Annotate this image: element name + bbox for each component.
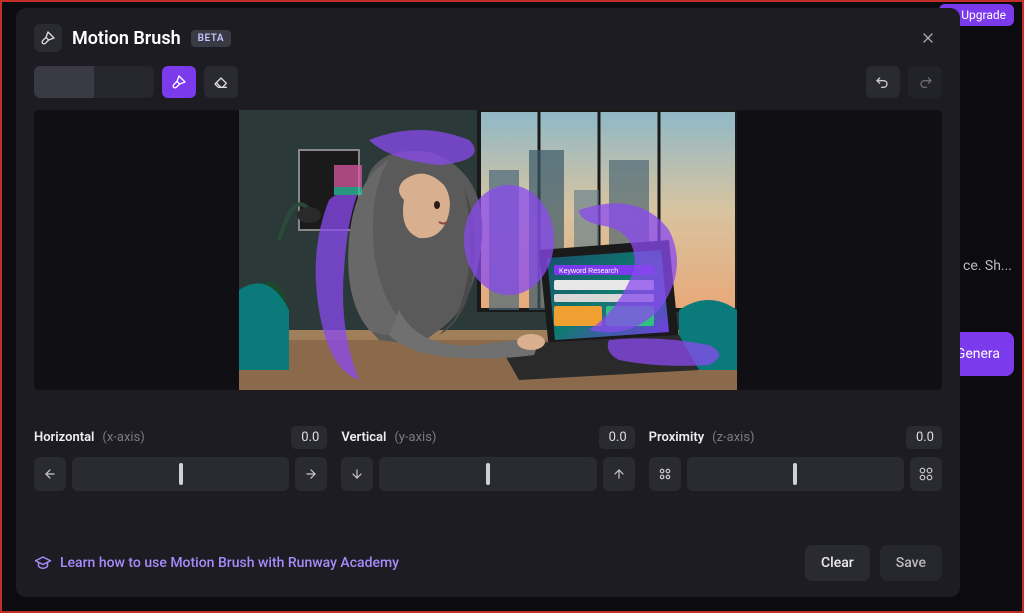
arrow-down-icon bbox=[350, 467, 364, 481]
vertical-increase-button[interactable] bbox=[603, 457, 635, 491]
zoom-out-icon bbox=[658, 467, 672, 481]
background-truncated-text: ce. Sh... bbox=[963, 258, 1012, 274]
vertical-label: Vertical bbox=[341, 430, 386, 445]
horizontal-increase-button[interactable] bbox=[295, 457, 327, 491]
brush-swatch-1[interactable] bbox=[34, 66, 94, 98]
proximity-axis: (z-axis) bbox=[712, 430, 754, 445]
eraser-tool-button[interactable] bbox=[204, 66, 238, 98]
horizontal-slider[interactable] bbox=[72, 457, 289, 491]
brush-icon bbox=[40, 30, 56, 46]
close-button[interactable] bbox=[914, 24, 942, 52]
proximity-control: Proximity (z-axis) 0.0 bbox=[649, 426, 942, 491]
graduation-cap-icon bbox=[34, 554, 52, 572]
scene-illustration: Keyword Research bbox=[239, 110, 737, 390]
slider-thumb[interactable] bbox=[793, 463, 797, 485]
horizontal-decrease-button[interactable] bbox=[34, 457, 66, 491]
proximity-slider[interactable] bbox=[687, 457, 904, 491]
modal-title: Motion Brush bbox=[72, 28, 181, 49]
brush-swatch-2[interactable] bbox=[94, 66, 154, 98]
vertical-axis: (y-axis) bbox=[394, 430, 436, 445]
close-icon bbox=[920, 30, 936, 46]
save-button[interactable]: Save bbox=[880, 545, 942, 581]
arrow-right-icon bbox=[304, 467, 318, 481]
proximity-label: Proximity bbox=[649, 430, 705, 445]
upgrade-label: Upgrade bbox=[961, 8, 1006, 22]
slider-thumb[interactable] bbox=[486, 463, 490, 485]
beta-badge: BETA bbox=[191, 30, 231, 47]
brush-icon bbox=[171, 74, 187, 90]
zoom-in-icon bbox=[919, 467, 933, 481]
motion-controls: Horizontal (x-axis) 0.0 Vert bbox=[34, 426, 942, 491]
vertical-decrease-button[interactable] bbox=[341, 457, 373, 491]
modal-footer: Learn how to use Motion Brush with Runwa… bbox=[34, 545, 942, 581]
toolbar bbox=[34, 66, 942, 98]
learn-link[interactable]: Learn how to use Motion Brush with Runwa… bbox=[34, 554, 399, 572]
clear-button[interactable]: Clear bbox=[805, 545, 870, 581]
vertical-slider[interactable] bbox=[379, 457, 596, 491]
arrow-up-icon bbox=[612, 467, 626, 481]
slider-thumb[interactable] bbox=[179, 463, 183, 485]
redo-icon bbox=[917, 74, 933, 90]
vertical-control: Vertical (y-axis) 0.0 bbox=[341, 426, 634, 491]
horizontal-value[interactable]: 0.0 bbox=[291, 426, 327, 449]
motion-brush-modal: Motion Brush BETA bbox=[16, 8, 960, 597]
redo-button[interactable] bbox=[908, 66, 942, 98]
undo-icon bbox=[875, 74, 891, 90]
vertical-value[interactable]: 0.0 bbox=[599, 426, 635, 449]
canvas-image[interactable]: Keyword Research bbox=[239, 110, 737, 390]
undo-button[interactable] bbox=[866, 66, 900, 98]
learn-link-label: Learn how to use Motion Brush with Runwa… bbox=[60, 555, 399, 571]
proximity-decrease-button[interactable] bbox=[649, 457, 681, 491]
brush-tool-button[interactable] bbox=[162, 66, 196, 98]
brush-color-swatches[interactable] bbox=[34, 66, 154, 98]
arrow-left-icon bbox=[43, 467, 57, 481]
horizontal-label: Horizontal bbox=[34, 430, 94, 445]
eraser-icon bbox=[213, 74, 229, 90]
proximity-increase-button[interactable] bbox=[910, 457, 942, 491]
laptop-screen-title: Keyword Research bbox=[559, 268, 618, 275]
horizontal-axis: (x-axis) bbox=[102, 430, 144, 445]
horizontal-control: Horizontal (x-axis) 0.0 bbox=[34, 426, 327, 491]
proximity-value[interactable]: 0.0 bbox=[906, 426, 942, 449]
motion-brush-title-icon bbox=[34, 24, 62, 52]
canvas-area[interactable]: Keyword Research bbox=[34, 110, 942, 390]
modal-header: Motion Brush BETA bbox=[34, 24, 942, 52]
